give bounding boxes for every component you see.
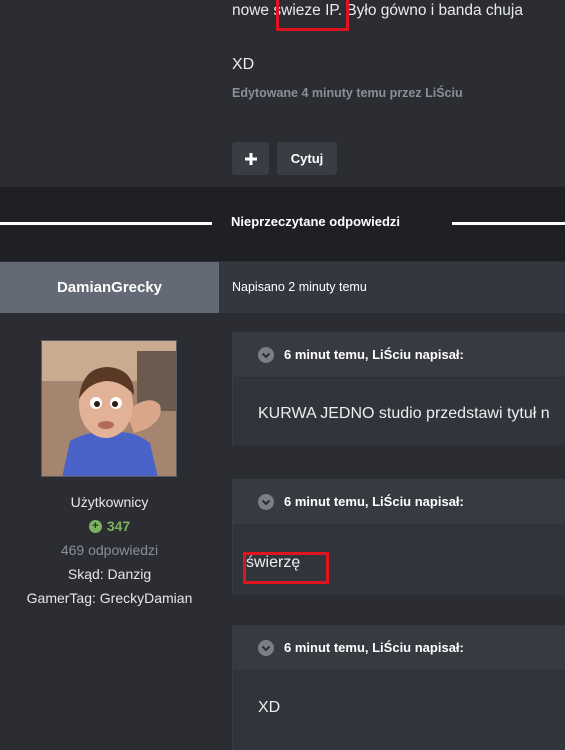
author-name[interactable]: DamianGrecky — [0, 262, 219, 313]
quote-text: XD — [258, 699, 281, 716]
separator-line-left — [0, 222, 212, 225]
author-replies: 469 odpowiedzi — [60, 542, 159, 558]
quote-block: 6 minut temu, LiŚciu napisał: XD — [232, 625, 565, 750]
post-text-xd: XD — [232, 56, 255, 73]
separator-line-right — [452, 222, 565, 225]
post-timestamp[interactable]: Napisano 2 minuty temu — [232, 280, 367, 294]
reputation-badge: + 347 — [0, 518, 219, 534]
quote-title: 6 minut temu, LiŚciu napisał: — [284, 494, 464, 509]
edited-note: Edytowane 4 minuty temu przez LiŚciu — [232, 86, 463, 100]
avatar[interactable] — [41, 340, 177, 477]
chevron-down-icon[interactable] — [258, 640, 274, 656]
post-header: DamianGrecky Napisano 2 minuty temu — [0, 262, 565, 313]
quote-block: 6 minut temu, LiŚciu napisał: KURWA JEDN… — [232, 332, 565, 445]
reputation-value: 347 — [106, 518, 131, 534]
chevron-down-icon[interactable] — [258, 347, 274, 363]
chevron-down-icon[interactable] — [258, 494, 274, 510]
red-highlight-box — [243, 552, 329, 584]
unread-label: Nieprzeczytane odpowiedzi — [231, 214, 401, 229]
avatar-image — [42, 341, 176, 476]
quote-title: 6 minut temu, LiŚciu napisał: — [284, 640, 464, 655]
quote-text: KURWA JEDNO studio przedstawi tytuł n — [258, 405, 550, 422]
quote-header[interactable]: 6 minut temu, LiŚciu napisał: — [233, 625, 565, 671]
plus-icon — [244, 152, 257, 165]
red-highlight-box — [276, 0, 349, 31]
author-gamertag: GamerTag: GreckyDamian — [26, 590, 193, 606]
quote-header[interactable]: 6 minut temu, LiŚciu napisał: — [233, 332, 565, 378]
author-location: Skąd: Danzig — [67, 566, 152, 582]
add-reaction-button[interactable] — [232, 142, 269, 175]
quote-title: 6 minut temu, LiŚciu napisał: — [284, 347, 464, 362]
plus-circle-icon: + — [88, 519, 102, 533]
quote-button[interactable]: Cytuj — [277, 142, 337, 175]
previous-post: nowe świeze IP. Było gówno i banda chuja… — [0, 0, 565, 187]
quote-header[interactable]: 6 minut temu, LiŚciu napisał: — [233, 479, 565, 525]
author-group: Użytkownicy — [70, 494, 149, 510]
